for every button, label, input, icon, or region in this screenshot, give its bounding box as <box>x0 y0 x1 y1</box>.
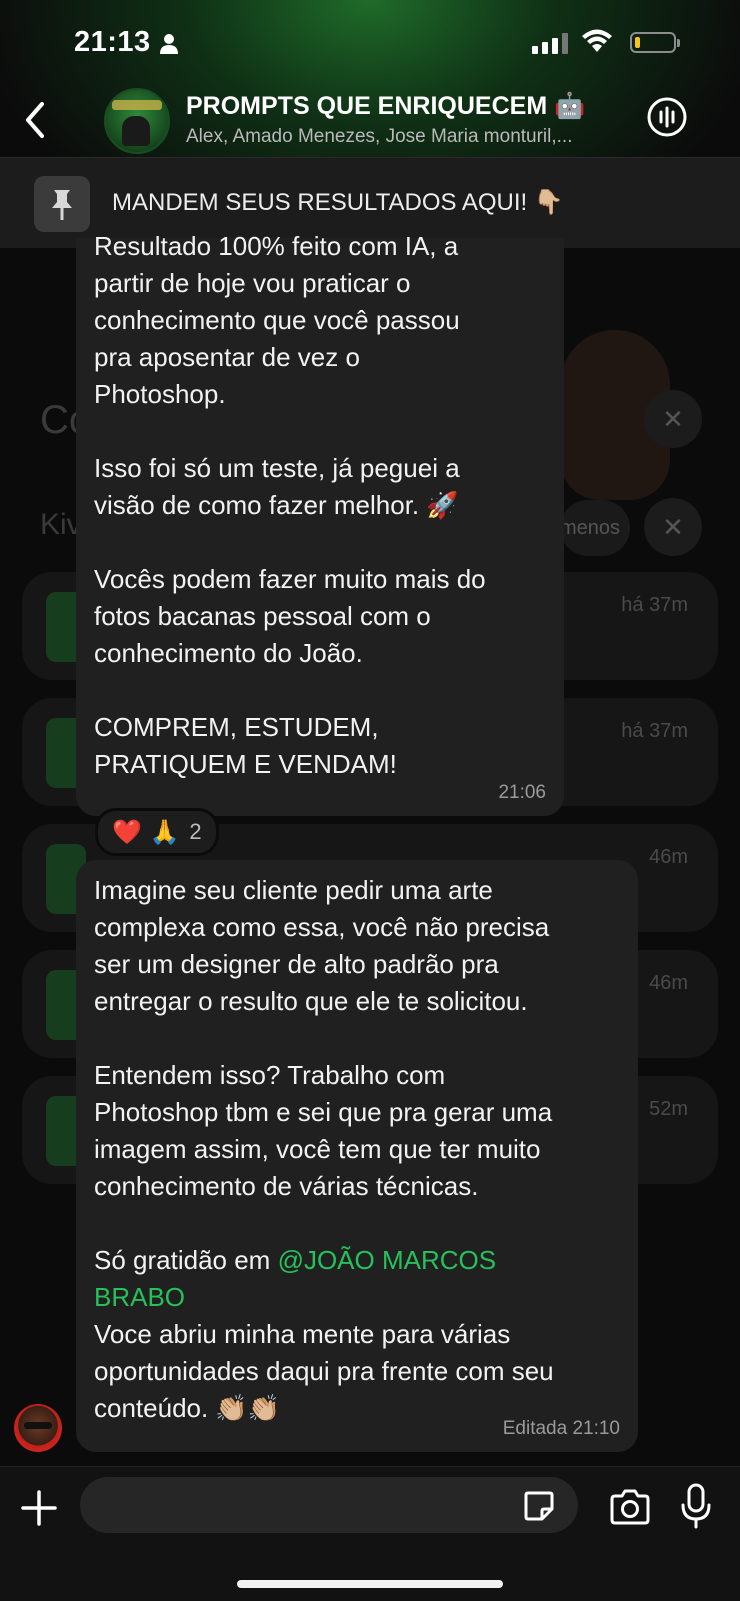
message-time-edited: Editada 21:10 <box>502 1418 620 1439</box>
pin-icon <box>34 176 90 232</box>
cellular-signal-icon <box>532 32 568 54</box>
person-icon <box>160 34 178 54</box>
message-text: Imagine seu cliente pedir uma arte compl… <box>94 875 554 1423</box>
message-time: 21:06 <box>498 782 546 803</box>
status-bar: 21:13 <box>0 0 740 90</box>
back-icon[interactable] <box>20 98 48 142</box>
plus-icon[interactable] <box>20 1489 58 1527</box>
group-members[interactable]: Alex, Amado Menezes, Jose Maria monturil… <box>186 126 626 148</box>
sticker-icon[interactable] <box>522 1489 556 1523</box>
status-time: 21:13 <box>74 26 151 58</box>
reaction-count: 2 <box>189 819 202 844</box>
message-bubble[interactable]: Imagine seu cliente pedir uma arte compl… <box>76 860 638 1452</box>
sender-avatar[interactable] <box>14 1404 62 1452</box>
home-indicator <box>237 1580 503 1588</box>
wifi-icon <box>582 29 612 52</box>
background-close-icon: ✕ <box>644 390 702 448</box>
mic-icon[interactable] <box>680 1483 712 1529</box>
message-input[interactable] <box>80 1477 578 1533</box>
battery-icon <box>630 32 680 53</box>
phone-wave-icon[interactable] <box>646 96 688 138</box>
composer-bar <box>0 1466 740 1601</box>
pinned-message-text: MANDEM SEUS RESULTADOS AQUI! 👇🏼 <box>112 189 564 216</box>
background-close-icon: ✕ <box>644 498 702 556</box>
background-chip: menos <box>560 500 630 556</box>
message-reactions[interactable]: ❤️ 🙏 2 <box>95 808 219 856</box>
message-text: Resultado 100% feito com IA, a partir de… <box>94 231 486 779</box>
message-bubble[interactable]: Resultado 100% feito com IA, a partir de… <box>76 231 564 816</box>
camera-icon[interactable] <box>608 1487 652 1527</box>
group-avatar[interactable] <box>104 88 170 154</box>
reaction-emojis: ❤️ 🙏 <box>112 818 180 846</box>
group-title[interactable]: PROMPTS QUE ENRIQUECEM 🤖 <box>186 92 585 121</box>
chat-header: PROMPTS QUE ENRIQUECEM 🤖 Alex, Amado Men… <box>0 88 740 156</box>
